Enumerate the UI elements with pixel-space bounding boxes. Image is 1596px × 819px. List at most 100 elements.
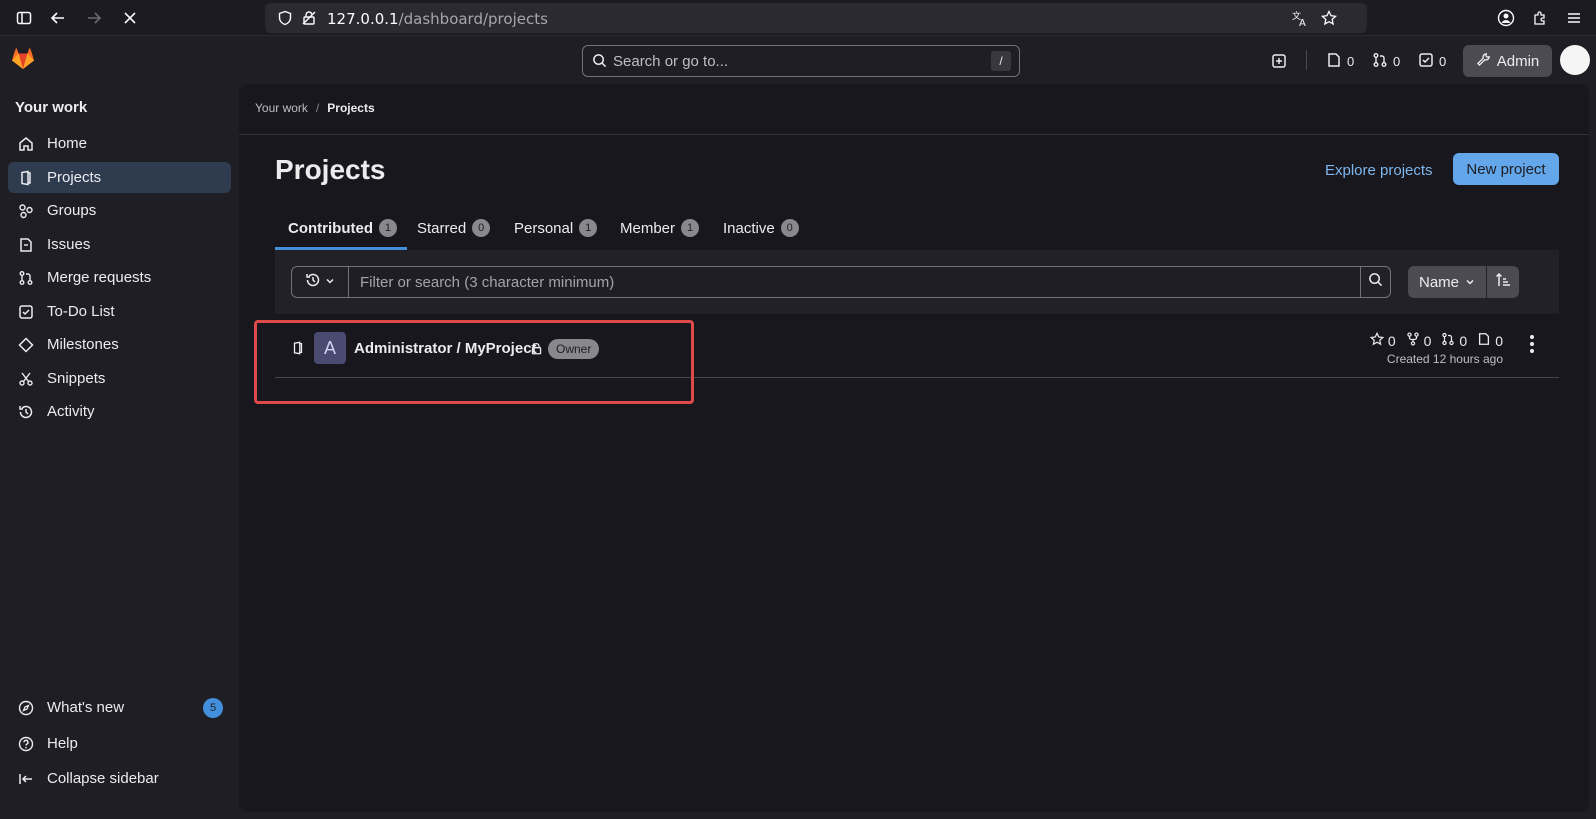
tab-contributed[interactable]: Contributed 1 bbox=[288, 206, 397, 250]
sidebar-collapse[interactable]: Collapse sidebar bbox=[8, 763, 231, 794]
help-icon bbox=[16, 734, 36, 754]
assigned-issues-button[interactable]: 0 bbox=[1326, 52, 1354, 70]
milestone-icon bbox=[16, 335, 36, 355]
explore-projects-link[interactable]: Explore projects bbox=[1325, 162, 1433, 179]
sidebar-item-snippets[interactable]: Snippets bbox=[8, 363, 231, 394]
sidebar-toggle-icon[interactable] bbox=[14, 8, 34, 28]
sidebar-item-activity[interactable]: Activity bbox=[8, 396, 231, 427]
help-label: Help bbox=[47, 735, 78, 752]
tab-inactive[interactable]: Inactive 0 bbox=[723, 206, 799, 250]
star-icon bbox=[1369, 331, 1384, 349]
bookmark-star-icon[interactable] bbox=[1319, 8, 1339, 28]
sidebar-item-milestones[interactable]: Milestones bbox=[8, 329, 231, 360]
sidebar-item-label: Activity bbox=[47, 403, 95, 420]
mr-count: 0 bbox=[1393, 53, 1401, 69]
svg-text:A: A bbox=[1299, 18, 1306, 27]
merge-request-icon bbox=[1441, 332, 1455, 349]
forks-stat[interactable]: 0 bbox=[1406, 332, 1432, 349]
project-icon bbox=[16, 168, 36, 188]
whats-new-label: What's new bbox=[47, 699, 125, 716]
collapse-label: Collapse sidebar bbox=[47, 770, 159, 787]
stop-loading-icon[interactable] bbox=[120, 8, 140, 28]
sidebar-item-label: Snippets bbox=[47, 370, 106, 387]
back-icon[interactable] bbox=[48, 8, 68, 28]
stars-stat[interactable]: 0 bbox=[1369, 331, 1396, 349]
browser-toolbar: 127.0.0.1/dashboard/projects 文A bbox=[0, 0, 1596, 36]
search-placeholder: Search or go to... bbox=[613, 53, 729, 70]
todo-icon bbox=[1418, 52, 1434, 71]
todo-button[interactable]: 0 bbox=[1418, 52, 1446, 70]
tab-personal[interactable]: Personal 1 bbox=[514, 206, 598, 250]
issues-count: 0 bbox=[1495, 332, 1503, 349]
new-project-button[interactable]: New project bbox=[1453, 153, 1559, 185]
filter-search-button[interactable] bbox=[1360, 266, 1391, 298]
tab-count: 1 bbox=[579, 219, 598, 237]
merge-requests-button[interactable]: 0 bbox=[1372, 52, 1400, 70]
global-search-input[interactable]: Search or go to... / bbox=[582, 45, 1020, 77]
merge-request-icon bbox=[1372, 52, 1388, 71]
issues-stat[interactable]: 0 bbox=[1477, 332, 1503, 349]
tab-member[interactable]: Member 1 bbox=[620, 206, 700, 250]
admin-button[interactable]: Admin bbox=[1463, 45, 1552, 77]
tab-starred[interactable]: Starred 0 bbox=[417, 206, 491, 250]
user-avatar[interactable] bbox=[1560, 45, 1590, 75]
translate-icon[interactable]: 文A bbox=[1290, 8, 1310, 28]
admin-label: Admin bbox=[1496, 52, 1540, 70]
search-icon bbox=[1368, 272, 1383, 292]
sort-label: Name bbox=[1418, 273, 1459, 291]
sidebar-item-label: Groups bbox=[47, 202, 97, 219]
tab-count: 1 bbox=[378, 219, 397, 237]
sort-direction-button[interactable] bbox=[1487, 266, 1519, 298]
tab-label: Starred bbox=[417, 219, 467, 237]
sidebar-item-issues[interactable]: Issues bbox=[8, 229, 231, 260]
project-stats: 0 0 0 0 bbox=[1369, 331, 1503, 349]
sidebar-item-todo-list[interactable]: To-Do List bbox=[8, 296, 231, 327]
forks-count: 0 bbox=[1423, 332, 1432, 349]
account-icon[interactable] bbox=[1496, 8, 1516, 28]
sidebar-item-merge-requests[interactable]: Merge requests bbox=[8, 262, 231, 293]
sort-dropdown[interactable]: Name bbox=[1408, 266, 1486, 298]
tab-count: 0 bbox=[472, 219, 491, 237]
more-actions-icon[interactable] bbox=[1529, 334, 1535, 359]
whats-new-count: 5 bbox=[203, 697, 223, 718]
forward-icon[interactable] bbox=[84, 8, 104, 28]
address-bar[interactable]: 127.0.0.1/dashboard/projects 文A bbox=[265, 3, 1367, 33]
todo-count: 0 bbox=[1439, 53, 1447, 69]
filter-bar: Filter or search (3 character minimum) N… bbox=[275, 250, 1559, 314]
breadcrumb-projects[interactable]: Projects bbox=[327, 101, 374, 115]
merge-requests-count: 0 bbox=[1459, 332, 1468, 349]
create-new-icon[interactable] bbox=[1271, 52, 1287, 70]
merge-requests-stat[interactable]: 0 bbox=[1441, 332, 1467, 349]
snippet-icon bbox=[16, 369, 36, 389]
compass-icon bbox=[16, 698, 36, 718]
search-shortcut-key: / bbox=[991, 51, 1011, 71]
wrench-icon bbox=[1476, 52, 1491, 71]
main-panel: Your work / Projects Projects Explore pr… bbox=[239, 84, 1589, 812]
sidebar-whats-new[interactable]: What's new 5 bbox=[8, 692, 231, 723]
sidebar-item-groups[interactable]: Groups bbox=[8, 195, 231, 226]
tab-label: Inactive bbox=[723, 219, 775, 237]
sidebar-item-home[interactable]: Home bbox=[8, 128, 231, 159]
menu-icon[interactable] bbox=[1564, 8, 1584, 28]
issues-count: 0 bbox=[1347, 53, 1355, 69]
shield-icon[interactable] bbox=[275, 8, 295, 28]
url-path: /dashboard/projects bbox=[398, 10, 548, 28]
page-title: Projects bbox=[275, 154, 386, 185]
sidebar-item-label: Issues bbox=[47, 236, 91, 253]
sidebar-title: Your work bbox=[15, 99, 88, 116]
sidebar-help[interactable]: Help bbox=[8, 728, 231, 759]
search-history-dropdown[interactable] bbox=[291, 266, 349, 298]
collapse-left-icon bbox=[16, 769, 36, 789]
insecure-lock-icon[interactable] bbox=[299, 8, 319, 28]
gitlab-logo-icon[interactable] bbox=[10, 46, 36, 77]
filter-search-input[interactable]: Filter or search (3 character minimum) bbox=[348, 266, 1361, 298]
highlight-annotation bbox=[254, 320, 694, 404]
breadcrumb-your-work[interactable]: Your work bbox=[255, 101, 308, 115]
sidebar-item-projects[interactable]: Projects bbox=[8, 162, 231, 193]
tab-label: Personal bbox=[514, 219, 574, 237]
filter-placeholder: Filter or search (3 character minimum) bbox=[360, 274, 615, 291]
extensions-icon[interactable] bbox=[1530, 8, 1550, 28]
home-icon bbox=[16, 134, 36, 154]
sidebar-item-label: Projects bbox=[47, 169, 102, 186]
issues-icon bbox=[1326, 52, 1342, 71]
